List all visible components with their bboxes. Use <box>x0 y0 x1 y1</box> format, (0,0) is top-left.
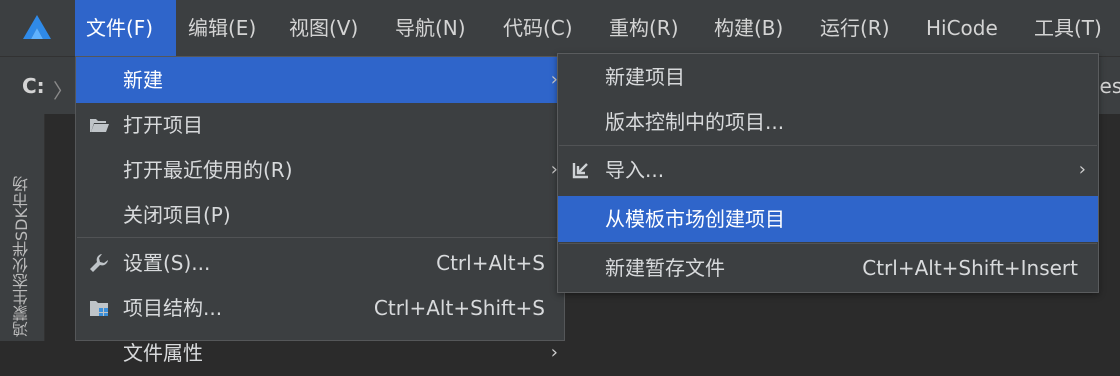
menu-item-label: 导入... <box>605 158 665 182</box>
menu-item-file-properties[interactable]: 文件属性 › <box>76 330 564 376</box>
menu-item-open-recent[interactable]: 打开最近使用的(R) › <box>76 147 564 193</box>
folder-open-icon <box>90 119 109 132</box>
submenu-item-new-project[interactable]: 新建项目 <box>558 54 1098 100</box>
menu-view[interactable]: 视图(V) <box>289 0 358 56</box>
menu-item-label: 关闭项目(P) <box>123 203 231 227</box>
submenu-item-create-from-template-market[interactable]: 从模板市场创建项目 <box>558 196 1098 242</box>
project-structure-icon <box>90 301 108 316</box>
chevron-right-icon: › <box>1078 159 1086 180</box>
import-icon <box>572 163 588 179</box>
submenu-item-project-from-vcs[interactable]: 版本控制中的项目... <box>558 99 1098 145</box>
menu-item-shortcut: Ctrl+Alt+Shift+Insert <box>862 256 1078 280</box>
menu-item-label: 新建暂存文件 <box>605 256 725 280</box>
menu-item-label: 设置(S)... <box>123 251 211 275</box>
submenu-item-import[interactable]: 导入... › <box>558 147 1098 193</box>
menu-separator <box>559 243 1097 244</box>
chevron-right-icon: › <box>550 342 558 363</box>
menu-run[interactable]: 运行(R) <box>820 0 890 56</box>
menu-item-shortcut: Ctrl+Alt+S <box>436 251 545 275</box>
breadcrumb-drive[interactable]: C: <box>22 57 45 115</box>
menu-item-new[interactable]: 新建 › <box>76 57 564 103</box>
menu-item-label: 项目结构... <box>123 296 223 320</box>
menu-refactor[interactable]: 重构(R) <box>609 0 679 56</box>
sdk-market-tool-tab[interactable]: 鸿蒙生态伙伴SDK市场 <box>2 119 42 337</box>
wrench-icon <box>90 254 108 272</box>
menu-separator <box>559 145 1097 146</box>
menu-item-label: 文件属性 <box>123 341 203 365</box>
main-menu-bar: 文件(F) 编辑(E) 视图(V) 导航(N) 代码(C) 重构(R) 构建(B… <box>0 0 1120 56</box>
menu-item-label: 新建项目 <box>605 65 685 89</box>
menu-item-label: 新建 <box>123 68 163 92</box>
menu-edit[interactable]: 编辑(E) <box>188 0 256 56</box>
submenu-item-new-scratch-file[interactable]: 新建暂存文件 Ctrl+Alt+Shift+Insert <box>558 245 1098 291</box>
menu-item-label: 从模板市场创建项目 <box>605 207 785 231</box>
menu-item-label: 打开项目 <box>123 113 203 137</box>
menu-item-label: 打开最近使用的(R) <box>123 158 293 182</box>
menu-item-label: 版本控制中的项目... <box>605 110 785 134</box>
menu-item-close-project[interactable]: 关闭项目(P) <box>76 192 564 238</box>
menu-navigate[interactable]: 导航(N) <box>395 0 466 56</box>
menu-file[interactable]: 文件(F) <box>75 0 176 56</box>
menu-item-project-structure[interactable]: 项目结构... Ctrl+Alt+Shift+S <box>76 285 564 331</box>
menu-item-open-project[interactable]: 打开项目 <box>76 102 564 148</box>
menu-hicode[interactable]: HiCode <box>926 0 998 56</box>
menu-separator <box>77 237 563 238</box>
menu-tools[interactable]: 工具(T) <box>1034 0 1102 56</box>
new-submenu: 新建项目 版本控制中的项目... 导入... › 从模板市场创建项目 新建暂存文… <box>557 53 1099 293</box>
menu-build[interactable]: 构建(B) <box>714 0 783 56</box>
breadcrumb-separator: 〉 <box>53 79 73 103</box>
file-menu-dropdown: 新建 › 打开项目 打开最近使用的(R) › 关闭项目(P) 设置(S)... … <box>75 56 565 365</box>
menu-code[interactable]: 代码(C) <box>503 0 573 56</box>
menu-item-settings[interactable]: 设置(S)... Ctrl+Alt+S <box>76 240 564 286</box>
deveco-logo-icon[interactable] <box>20 13 54 43</box>
menu-item-shortcut: Ctrl+Alt+Shift+S <box>373 296 545 320</box>
